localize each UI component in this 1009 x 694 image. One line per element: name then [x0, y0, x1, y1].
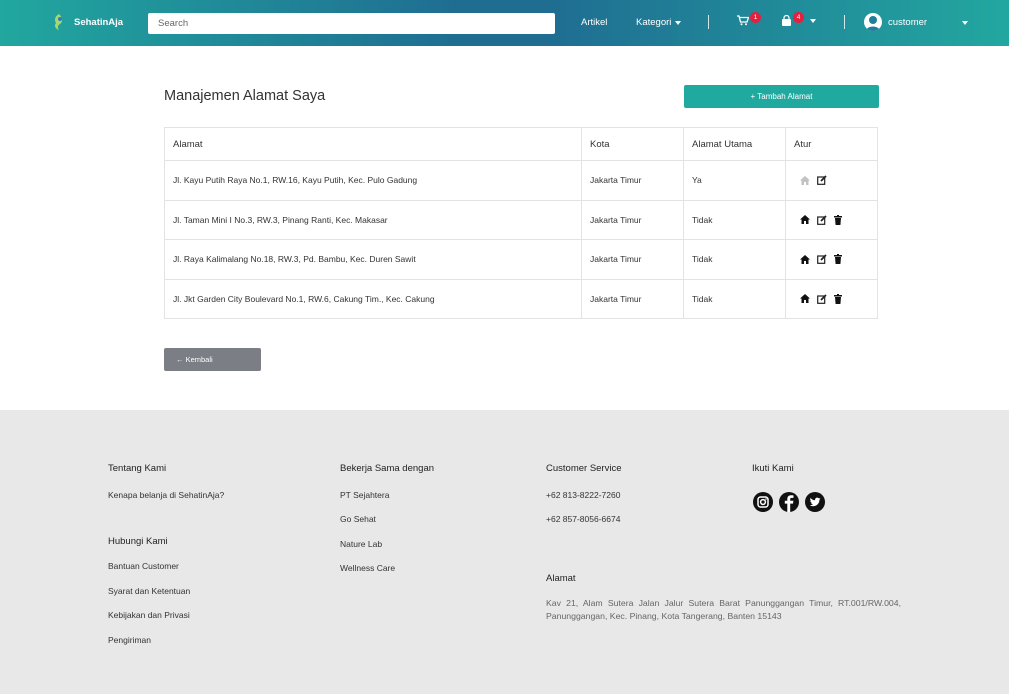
home-icon	[800, 175, 810, 185]
header-kota: Kota	[581, 127, 684, 161]
avatar-glyph	[866, 16, 880, 31]
header-alamat: Alamat	[164, 127, 582, 161]
footer-heading-tentang: Tentang Kami	[108, 463, 167, 474]
footer-address-text: Kav 21, Alam Sutera Jalan Jalur Sutera B…	[546, 598, 901, 621]
footer-phone[interactable]: +62 857-8056-6674	[546, 514, 620, 524]
cart-icon	[737, 15, 749, 26]
add-address-button[interactable]: + Tambah Alamat	[684, 85, 879, 108]
cell-alamat: Jl. Kayu Putih Raya No.1, RW.16, Kayu Pu…	[164, 160, 582, 201]
footer-link[interactable]: Wellness Care	[340, 563, 395, 573]
table-row: Jl. Taman Mini I No.3, RW.3, Pinang Rant…	[164, 199, 878, 240]
header-alamat-utama: Alamat Utama	[683, 127, 786, 161]
edit-icon[interactable]	[817, 254, 827, 265]
nav-artikel-label: Artikel	[581, 17, 608, 28]
footer-heading-alamat: Alamat	[546, 573, 576, 584]
footer-heading-hubungi: Hubungi Kami	[108, 536, 168, 547]
footer-link[interactable]: Nature Lab	[340, 539, 382, 549]
footer	[0, 410, 1009, 694]
edit-icon[interactable]	[817, 175, 827, 186]
cell-kota: Jakarta Timur	[581, 160, 684, 201]
nav-kategori-label: Kategori	[636, 17, 672, 28]
footer-heading-cs: Customer Service	[546, 463, 622, 474]
orders-dropdown[interactable]: 4	[781, 12, 816, 26]
brand-name: SehatinAja	[74, 16, 124, 28]
table-row: Jl. Kayu Putih Raya No.1, RW.16, Kayu Pu…	[164, 160, 878, 201]
footer-link[interactable]: Kebijakan dan Privasi	[108, 610, 190, 620]
edit-icon[interactable]	[817, 215, 827, 225]
cell-kota: Jakarta Timur	[581, 239, 684, 280]
home-icon[interactable]	[800, 294, 810, 304]
address-table: Alamat Kota Alamat Utama Atur Jl. Kayu P…	[164, 127, 878, 319]
header-atur: Atur	[785, 127, 878, 161]
footer-link[interactable]: PT Sejahtera	[340, 490, 389, 500]
cell-utama: Ya	[683, 160, 786, 201]
trash-icon[interactable]	[834, 254, 842, 265]
trash-icon[interactable]	[834, 214, 842, 225]
cell-actions	[785, 239, 878, 280]
cell-actions	[785, 160, 878, 201]
trash-icon[interactable]	[834, 293, 842, 304]
nav-artikel[interactable]: Artikel	[581, 17, 607, 28]
nav-divider	[844, 15, 845, 29]
footer-link[interactable]: Bantuan Customer	[108, 561, 179, 571]
footer-heading-kerjasama: Bekerja Sama dengan	[340, 463, 435, 474]
footer-phone[interactable]: +62 813-8222-7260	[546, 490, 620, 500]
chevron-down-icon	[810, 18, 816, 23]
cell-utama: Tidak	[683, 239, 786, 280]
search-input[interactable]	[148, 13, 555, 34]
table-header-row: Alamat Kota Alamat Utama Atur	[164, 127, 878, 161]
bag-icon	[782, 15, 791, 26]
footer-link[interactable]: Kenapa belanja di SehatinAja?	[108, 490, 224, 500]
cell-alamat: Jl. Jkt Garden City Boulevard No.1, RW.6…	[164, 278, 582, 319]
home-icon[interactable]	[800, 215, 810, 225]
instagram-icon[interactable]	[752, 491, 774, 513]
cell-actions	[785, 278, 878, 319]
cell-utama: Tidak	[683, 199, 786, 240]
brand[interactable]: SehatinAja	[52, 13, 123, 31]
table-row: Jl. Jkt Garden City Boulevard No.1, RW.6…	[164, 278, 878, 319]
cart-button[interactable]: 1	[737, 12, 761, 26]
cell-kota: Jakarta Timur	[581, 199, 684, 240]
social-links	[752, 491, 826, 513]
footer-link[interactable]: Go Sehat	[340, 514, 376, 524]
table-row: Jl. Raya Kalimalang No.18, RW.3, Pd. Bam…	[164, 239, 878, 280]
orders-count-badge: 4	[793, 12, 804, 23]
home-icon[interactable]	[800, 254, 810, 264]
cell-alamat: Jl. Raya Kalimalang No.18, RW.3, Pd. Bam…	[164, 239, 582, 280]
footer-link[interactable]: Pengiriman	[108, 635, 151, 645]
nav-kategori-dropdown[interactable]: Kategori	[636, 17, 682, 28]
edit-icon[interactable]	[817, 294, 827, 304]
chevron-down-icon	[675, 20, 682, 25]
nav-divider	[708, 15, 709, 29]
user-name[interactable]: customer	[888, 17, 927, 28]
cell-utama: Tidak	[683, 278, 786, 319]
cell-kota: Jakarta Timur	[581, 278, 684, 319]
cell-actions	[785, 199, 878, 240]
footer-link[interactable]: Syarat dan Ketentuan	[108, 586, 190, 596]
footer-heading-ikuti: Ikuti Kami	[752, 463, 794, 474]
cart-count-badge: 1	[750, 12, 761, 23]
back-button[interactable]: ← Kembali	[164, 348, 261, 371]
brand-logo-icon	[55, 14, 63, 30]
user-menu-chevron-icon[interactable]	[962, 21, 968, 25]
avatar-icon[interactable]	[864, 13, 882, 31]
facebook-icon[interactable]	[778, 491, 800, 513]
cell-alamat: Jl. Taman Mini I No.3, RW.3, Pinang Rant…	[164, 199, 582, 240]
page-title: Manajemen Alamat Saya	[164, 88, 326, 104]
twitter-icon[interactable]	[804, 491, 826, 513]
navbar: SehatinAja Artikel Kategori 1 4 customer	[0, 0, 1009, 46]
